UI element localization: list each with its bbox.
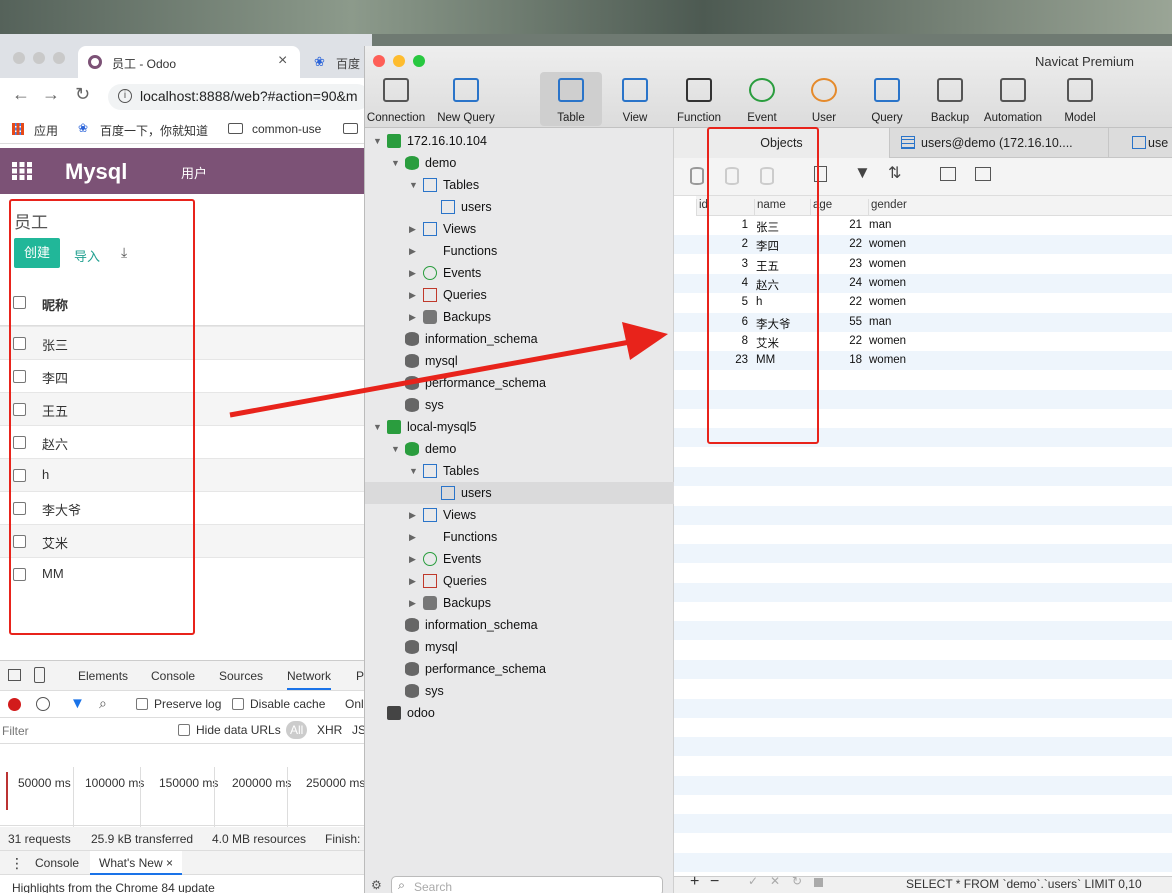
annotation-arrow (229, 322, 668, 418)
annotation-arrow-head (622, 322, 668, 360)
annotation-arrow-line (229, 339, 631, 418)
